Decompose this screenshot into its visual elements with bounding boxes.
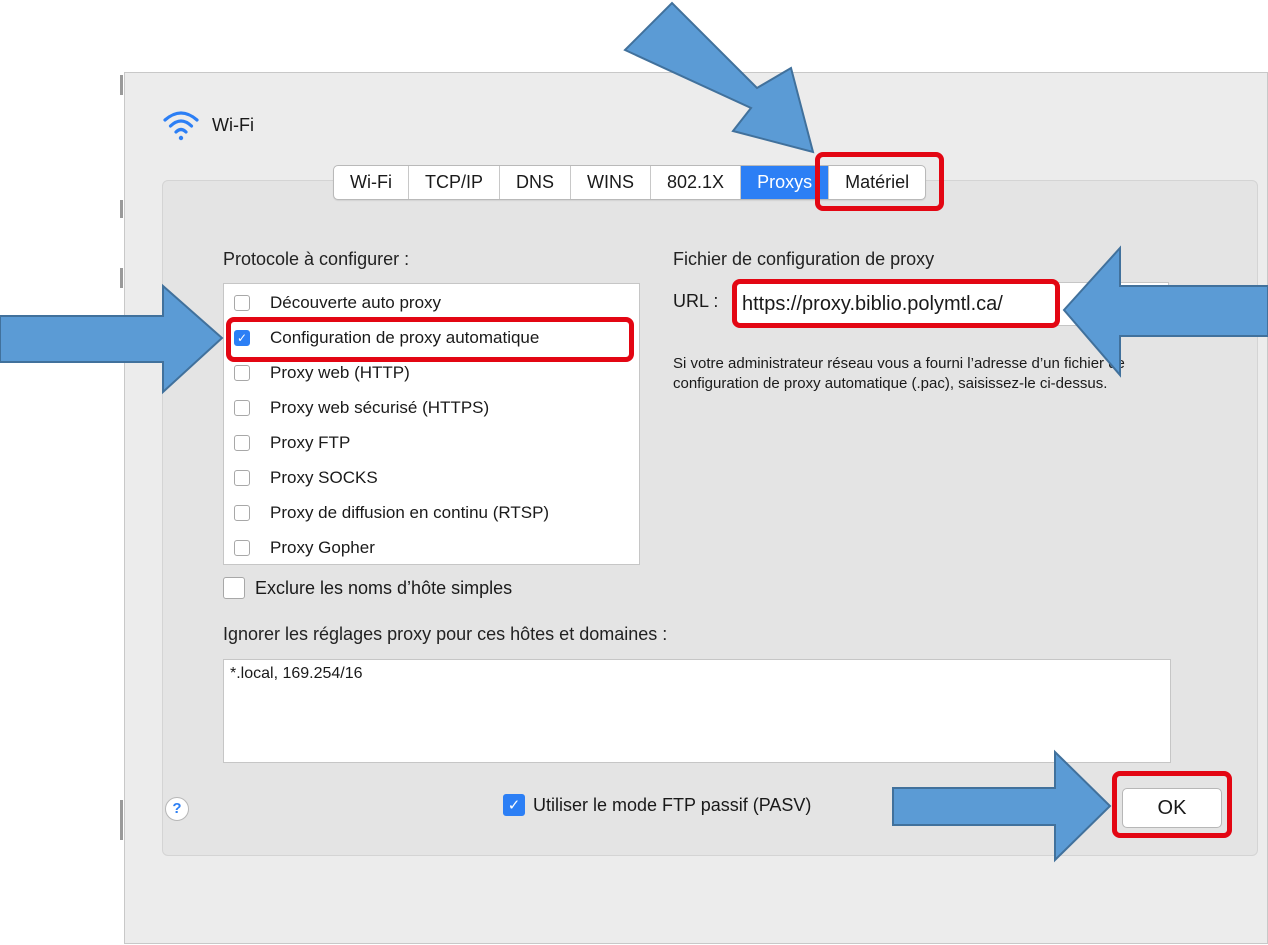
arrow-to-auto-config (0, 283, 224, 395)
arrow-to-url-field (1062, 245, 1268, 378)
annotation-arrows (0, 1, 1268, 863)
arrow-to-ok-button (892, 749, 1112, 863)
arrow-to-proxys-tab (623, 1, 815, 154)
